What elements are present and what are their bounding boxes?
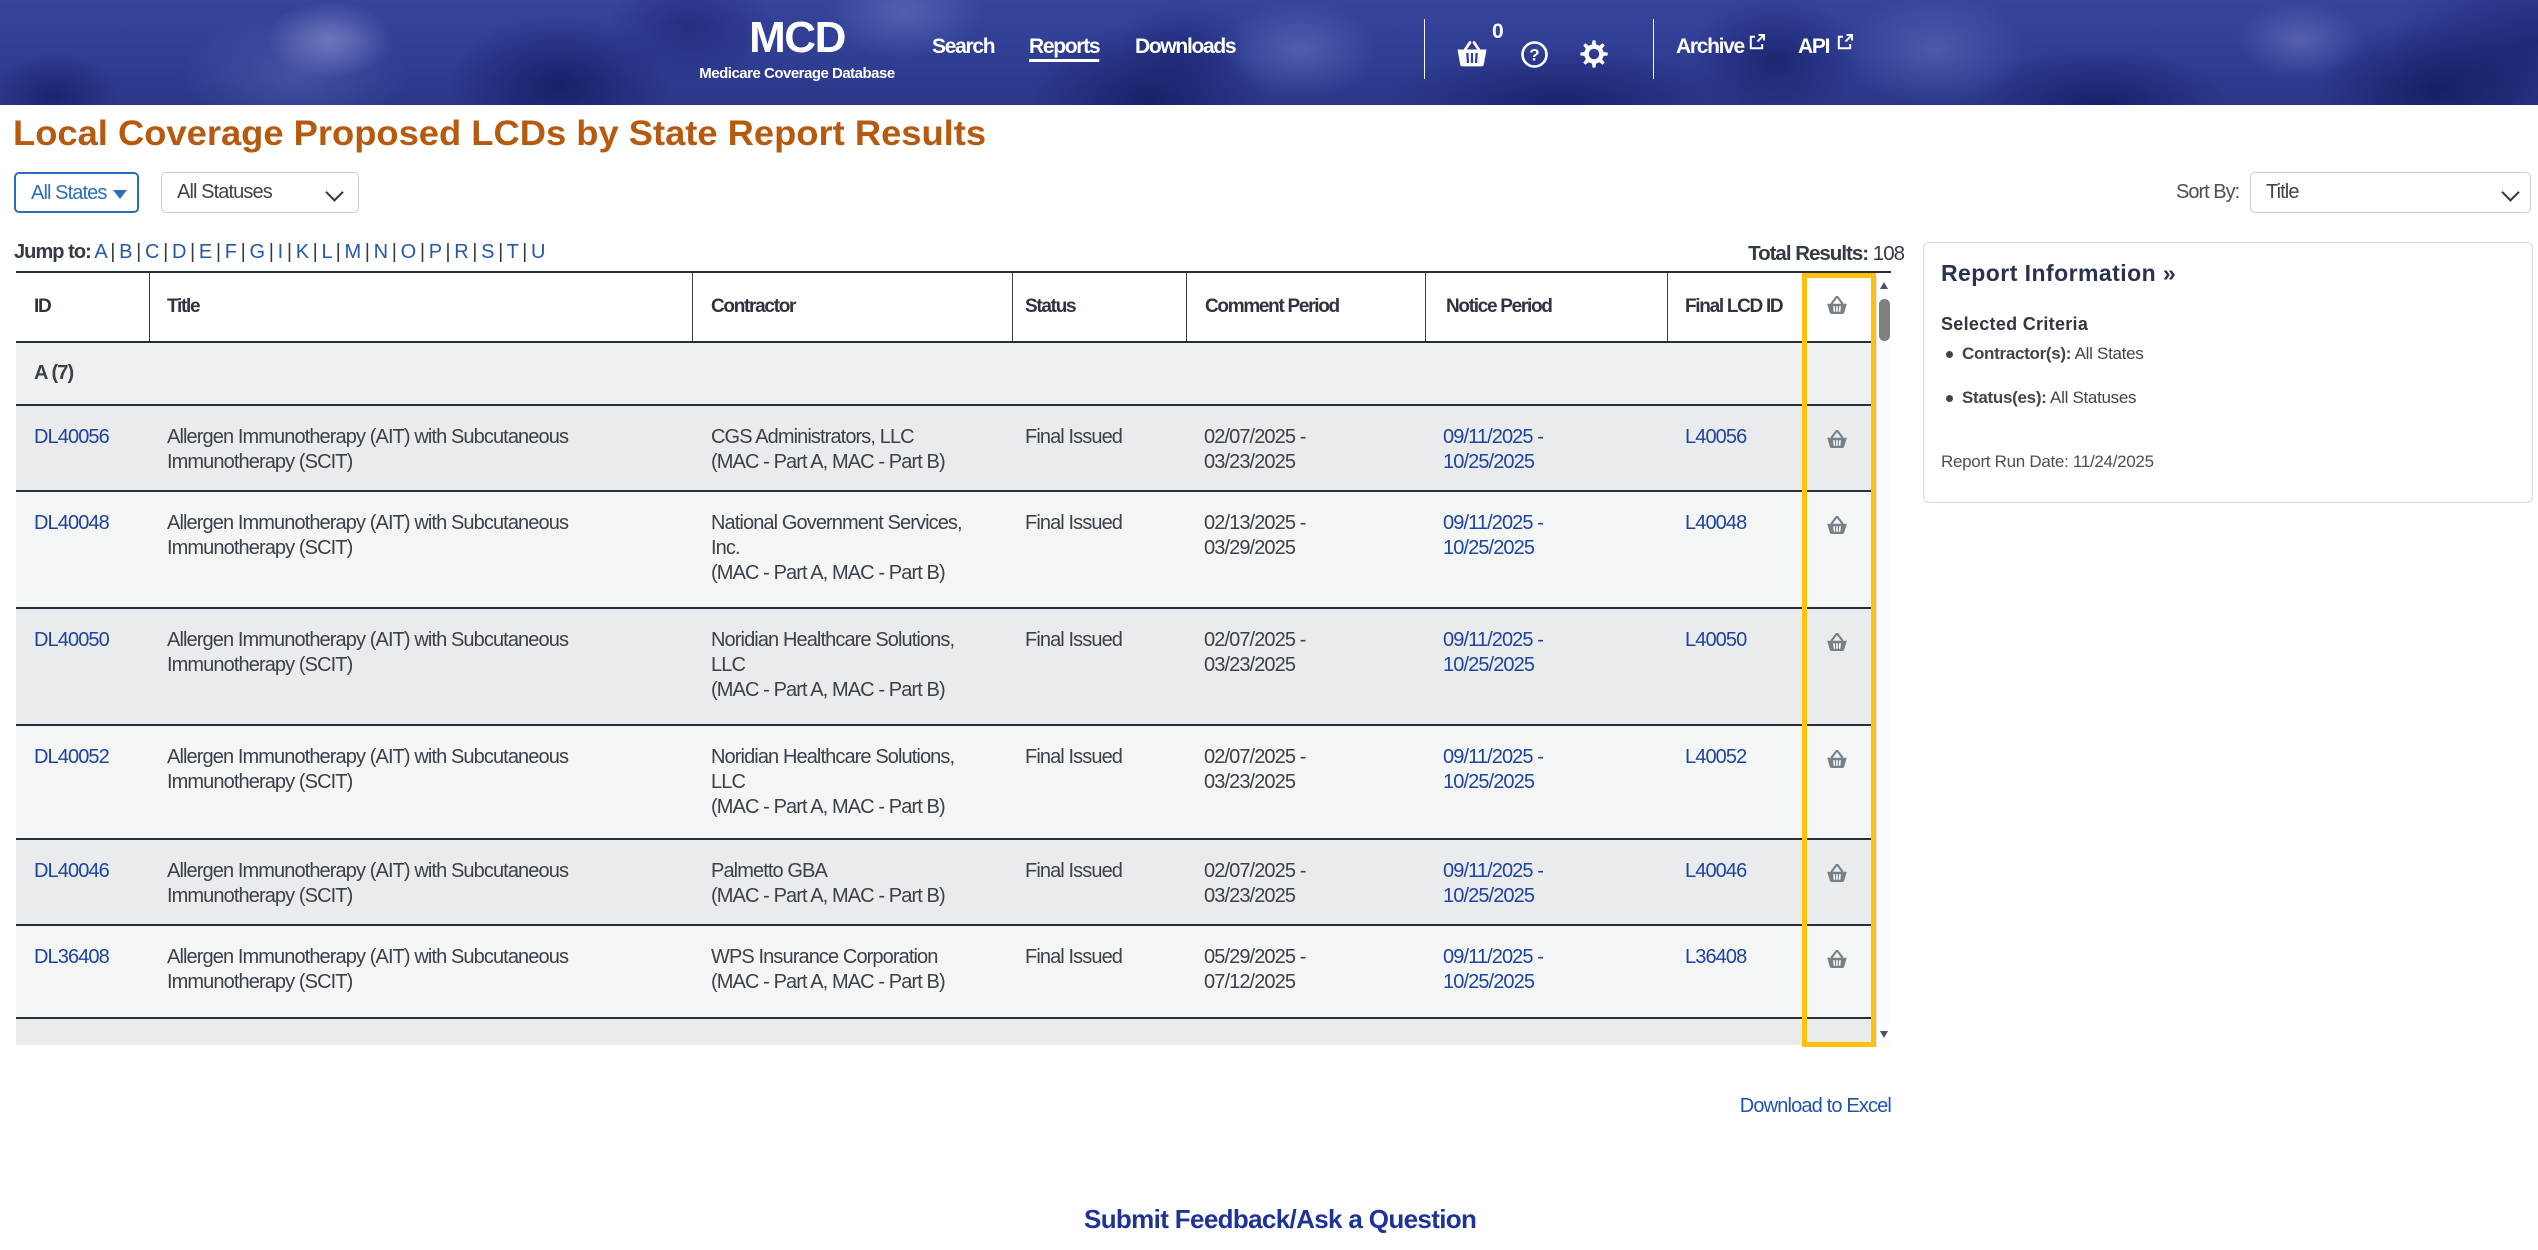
svg-text:?: ? [1529,46,1539,65]
